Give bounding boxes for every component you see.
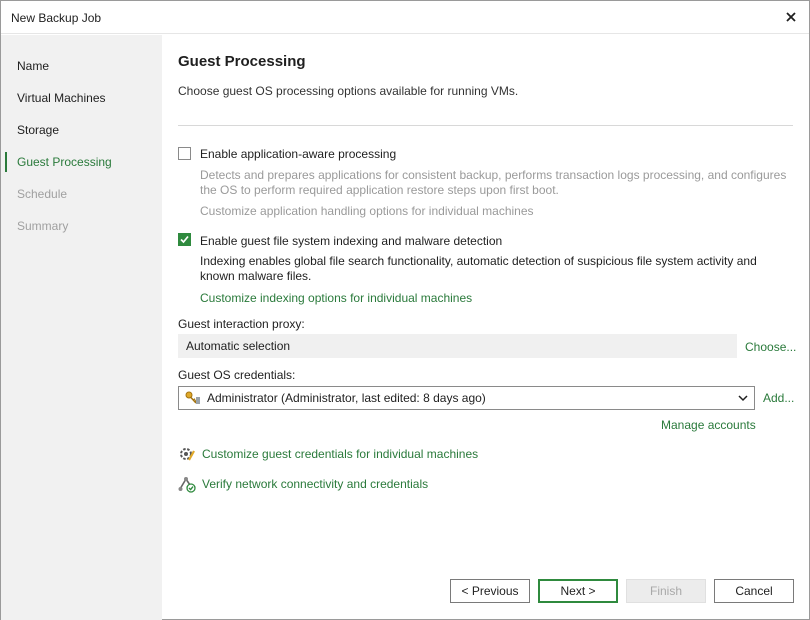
wizard-content: Guest Processing Choose guest OS process… xyxy=(162,35,809,620)
chevron-down-icon xyxy=(738,395,748,402)
indexing-label[interactable]: Enable guest file system indexing and ma… xyxy=(200,234,502,248)
customize-app-handling-link: Customize application handling options f… xyxy=(200,204,534,218)
wizard-sidebar: Name Virtual Machines Storage Guest Proc… xyxy=(1,35,162,620)
step-virtual-machines[interactable]: Virtual Machines xyxy=(17,88,106,108)
key-icon xyxy=(185,391,200,404)
credentials-dropdown[interactable]: Administrator (Administrator, last edite… xyxy=(178,386,755,410)
proxy-label: Guest interaction proxy: xyxy=(178,317,305,331)
close-icon xyxy=(786,12,796,22)
page-title: Guest Processing xyxy=(178,53,306,70)
credentials-value: Administrator (Administrator, last edite… xyxy=(207,391,486,405)
indexing-checkbox[interactable] xyxy=(178,233,191,246)
step-name[interactable]: Name xyxy=(17,56,49,76)
indexing-description-1: Indexing enables global file search func… xyxy=(200,254,757,268)
step-storage[interactable]: Storage xyxy=(17,120,59,140)
choose-proxy-link[interactable]: Choose... xyxy=(745,340,796,354)
close-button[interactable] xyxy=(779,5,803,29)
app-aware-description-2: the OS to perform required application r… xyxy=(200,183,559,197)
app-aware-description-1: Detects and prepares applications for co… xyxy=(200,168,787,182)
network-check-icon xyxy=(178,477,196,493)
app-aware-label[interactable]: Enable application-aware processing xyxy=(200,147,396,161)
checkmark-icon xyxy=(180,235,189,244)
indexing-description-2: known malware files. xyxy=(200,269,312,283)
window-title: New Backup Job xyxy=(11,11,102,25)
add-credentials-link[interactable]: Add... xyxy=(763,391,794,405)
page-subtitle: Choose guest OS processing options avail… xyxy=(178,84,519,98)
gear-pencil-icon xyxy=(180,448,195,461)
step-summary: Summary xyxy=(17,219,69,233)
previous-button[interactable]: < Previous xyxy=(450,579,530,603)
proxy-field: Automatic selection xyxy=(178,334,737,358)
finish-button: Finish xyxy=(626,579,706,603)
new-backup-job-window: New Backup Job Name Virtual Machines Sto… xyxy=(0,0,810,620)
step-guest-processing[interactable]: Guest Processing xyxy=(17,152,112,172)
customize-credentials-row[interactable]: Customize guest credentials for individu… xyxy=(178,445,478,463)
credentials-label: Guest OS credentials: xyxy=(178,368,296,382)
step-schedule: Schedule xyxy=(17,187,68,201)
title-bar: New Backup Job xyxy=(1,1,809,34)
verify-row[interactable]: Verify network connectivity and credenti… xyxy=(178,475,428,493)
header-divider xyxy=(178,125,793,126)
customize-credentials-link[interactable]: Customize guest credentials for individu… xyxy=(202,447,478,461)
active-step-indicator xyxy=(5,152,7,172)
next-button[interactable]: Next > xyxy=(538,579,618,603)
customize-indexing-link[interactable]: Customize indexing options for individua… xyxy=(200,291,472,305)
app-aware-checkbox[interactable] xyxy=(178,147,191,160)
verify-connectivity-link[interactable]: Verify network connectivity and credenti… xyxy=(202,477,428,491)
cancel-button[interactable]: Cancel xyxy=(714,579,794,603)
manage-accounts-link[interactable]: Manage accounts xyxy=(661,418,756,432)
